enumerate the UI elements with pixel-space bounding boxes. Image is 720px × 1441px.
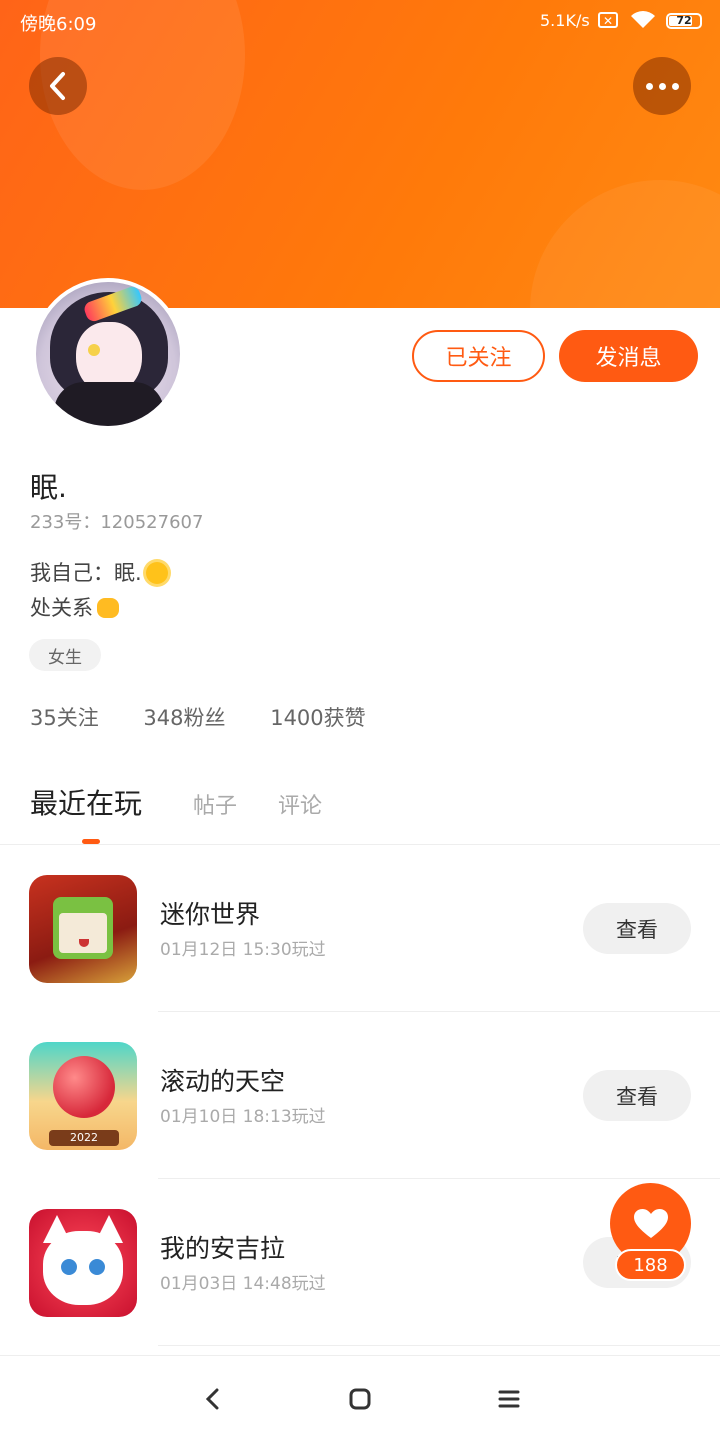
no-sim-icon: ✕	[598, 12, 618, 28]
profile-header-banner: 傍晚6:09 5.1K/s ✕ 72	[0, 0, 720, 308]
icon-year-badge: 2022	[49, 1130, 119, 1146]
bio-line-1: 我自己：眠.	[30, 561, 142, 585]
system-nav-bar	[0, 1355, 720, 1441]
view-button[interactable]: 查看	[583, 1070, 691, 1121]
list-item[interactable]: 迷你世界 01月12日 15:30玩过 查看	[0, 845, 720, 1012]
nav-menu-button[interactable]	[494, 1384, 524, 1414]
bio-line-2: 处关系	[30, 596, 93, 620]
game-played-time: 01月03日 14:48玩过	[160, 1274, 326, 1294]
battery-level: 72	[676, 14, 692, 27]
status-net-speed: 5.1K/s	[540, 11, 590, 30]
game-played-time: 01月10日 18:13玩过	[160, 1107, 326, 1127]
gender-tag: 女生	[29, 639, 101, 671]
fans-count[interactable]: 348粉丝	[143, 706, 225, 730]
divider	[158, 1345, 720, 1346]
list-item[interactable]: 2022 滚动的天空 01月10日 18:13玩过 查看	[0, 1012, 720, 1179]
profile-bio: 我自己：眠. 处关系	[30, 556, 168, 626]
tab-comments[interactable]: 评论	[278, 788, 322, 820]
game-icon-mini-world	[29, 875, 137, 983]
fist-emoji-icon	[97, 598, 119, 618]
likes-count: 1400获赞	[270, 706, 366, 730]
nav-menu-icon	[498, 1390, 520, 1408]
tab-posts[interactable]: 帖子	[193, 788, 237, 820]
game-icon-rolling-sky: 2022	[29, 1042, 137, 1150]
more-options-button[interactable]	[633, 57, 691, 115]
send-message-button[interactable]: 发消息	[559, 330, 698, 382]
game-played-time: 01月12日 15:30玩过	[160, 940, 326, 960]
nav-back-icon	[205, 1388, 219, 1410]
tab-recently-played[interactable]: 最近在玩	[30, 782, 142, 822]
game-title: 迷你世界	[160, 900, 261, 929]
game-icon-my-angela	[29, 1209, 137, 1317]
following-count[interactable]: 35关注	[30, 706, 99, 730]
status-bar: 傍晚6:09 5.1K/s ✕ 72	[0, 0, 720, 44]
wifi-icon	[630, 10, 656, 35]
chevron-left-icon	[50, 72, 65, 100]
back-button[interactable]	[29, 57, 87, 115]
battery-icon: 72	[666, 13, 702, 29]
list-item[interactable]: 我的安吉拉 01月03日 14:48玩过 查看	[0, 1179, 720, 1346]
profile-name: 眠.	[30, 471, 67, 504]
nav-home-icon	[349, 1388, 371, 1410]
nav-home-button[interactable]	[345, 1384, 375, 1414]
more-dots-icon	[645, 82, 653, 90]
nav-back-button[interactable]	[198, 1384, 228, 1414]
profile-uid: 233号：120527607	[30, 512, 204, 533]
like-count-badge: 188	[615, 1249, 686, 1281]
avatar[interactable]	[32, 278, 184, 430]
game-title: 我的安吉拉	[160, 1234, 286, 1263]
sun-emoji-icon	[145, 562, 168, 584]
followed-button[interactable]: 已关注	[412, 330, 545, 382]
banner-decoration	[530, 180, 720, 308]
game-title: 滚动的天空	[160, 1067, 286, 1096]
view-button[interactable]: 查看	[583, 903, 691, 954]
status-time: 傍晚6:09	[20, 14, 97, 35]
profile-stats: 35关注 348粉丝 1400获赞	[30, 702, 404, 732]
heart-icon	[633, 1208, 668, 1238]
